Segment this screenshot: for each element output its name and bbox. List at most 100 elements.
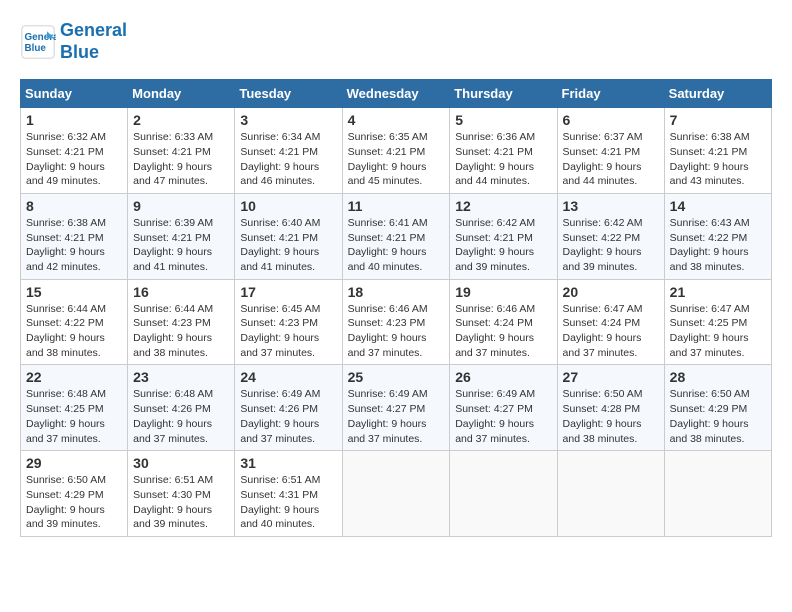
cell-info: Sunrise: 6:46 AM Sunset: 4:24 PM Dayligh… xyxy=(455,302,551,361)
cell-info: Sunrise: 6:36 AM Sunset: 4:21 PM Dayligh… xyxy=(455,130,551,189)
calendar-cell: 22 Sunrise: 6:48 AM Sunset: 4:25 PM Dayli… xyxy=(21,365,128,451)
day-number: 1 xyxy=(26,112,122,128)
cell-info: Sunrise: 6:49 AM Sunset: 4:26 PM Dayligh… xyxy=(240,387,336,446)
calendar-cell: 4 Sunrise: 6:35 AM Sunset: 4:21 PM Daylig… xyxy=(342,108,450,194)
calendar-cell: 20 Sunrise: 6:47 AM Sunset: 4:24 PM Dayli… xyxy=(557,279,664,365)
weekday-header-wednesday: Wednesday xyxy=(342,80,450,108)
cell-info: Sunrise: 6:44 AM Sunset: 4:23 PM Dayligh… xyxy=(133,302,229,361)
day-number: 27 xyxy=(563,369,659,385)
day-number: 30 xyxy=(133,455,229,471)
cell-info: Sunrise: 6:43 AM Sunset: 4:22 PM Dayligh… xyxy=(670,216,766,275)
day-number: 25 xyxy=(348,369,445,385)
calendar-cell: 10 Sunrise: 6:40 AM Sunset: 4:21 PM Dayli… xyxy=(235,193,342,279)
calendar-cell: 6 Sunrise: 6:37 AM Sunset: 4:21 PM Daylig… xyxy=(557,108,664,194)
cell-info: Sunrise: 6:51 AM Sunset: 4:30 PM Dayligh… xyxy=(133,473,229,532)
day-number: 9 xyxy=(133,198,229,214)
cell-info: Sunrise: 6:41 AM Sunset: 4:21 PM Dayligh… xyxy=(348,216,445,275)
cell-info: Sunrise: 6:50 AM Sunset: 4:28 PM Dayligh… xyxy=(563,387,659,446)
day-number: 12 xyxy=(455,198,551,214)
day-number: 17 xyxy=(240,284,336,300)
calendar-cell: 28 Sunrise: 6:50 AM Sunset: 4:29 PM Dayli… xyxy=(664,365,771,451)
calendar-cell: 25Sunrise: 6:49 AM Sunset: 4:27 PM Dayli… xyxy=(342,365,450,451)
cell-info: Sunrise: 6:51 AM Sunset: 4:31 PM Dayligh… xyxy=(240,473,336,532)
weekday-header-monday: Monday xyxy=(128,80,235,108)
cell-info: Sunrise: 6:33 AM Sunset: 4:21 PM Dayligh… xyxy=(133,130,229,189)
cell-info: Sunrise: 6:48 AM Sunset: 4:26 PM Dayligh… xyxy=(133,387,229,446)
day-number: 28 xyxy=(670,369,766,385)
cell-info: Sunrise: 6:47 AM Sunset: 4:25 PM Dayligh… xyxy=(670,302,766,361)
calendar-cell: 9 Sunrise: 6:39 AM Sunset: 4:21 PM Daylig… xyxy=(128,193,235,279)
calendar-cell: 3 Sunrise: 6:34 AM Sunset: 4:21 PM Daylig… xyxy=(235,108,342,194)
calendar-cell: 19 Sunrise: 6:46 AM Sunset: 4:24 PM Dayli… xyxy=(450,279,557,365)
calendar-cell: 1 Sunrise: 6:32 AM Sunset: 4:21 PM Daylig… xyxy=(21,108,128,194)
day-number: 15 xyxy=(26,284,122,300)
day-number: 19 xyxy=(455,284,551,300)
day-number: 24 xyxy=(240,369,336,385)
calendar-cell: 5 Sunrise: 6:36 AM Sunset: 4:21 PM Daylig… xyxy=(450,108,557,194)
cell-info: Sunrise: 6:34 AM Sunset: 4:21 PM Dayligh… xyxy=(240,130,336,189)
logo: General Blue General Blue xyxy=(20,20,127,63)
cell-info: Sunrise: 6:37 AM Sunset: 4:21 PM Dayligh… xyxy=(563,130,659,189)
day-number: 29 xyxy=(26,455,122,471)
cell-info: Sunrise: 6:39 AM Sunset: 4:21 PM Dayligh… xyxy=(133,216,229,275)
weekday-header-thursday: Thursday xyxy=(450,80,557,108)
calendar-cell: 11 Sunrise: 6:41 AM Sunset: 4:21 PM Dayli… xyxy=(342,193,450,279)
page-header: General Blue General Blue xyxy=(20,20,772,63)
calendar-cell: 31 Sunrise: 6:51 AM Sunset: 4:31 PM Dayli… xyxy=(235,451,342,537)
day-number: 14 xyxy=(670,198,766,214)
day-number: 16 xyxy=(133,284,229,300)
calendar-cell: 18 Sunrise: 6:46 AM Sunset: 4:23 PM Dayli… xyxy=(342,279,450,365)
logo-text: General Blue xyxy=(60,20,127,63)
cell-info: Sunrise: 6:32 AM Sunset: 4:21 PM Dayligh… xyxy=(26,130,122,189)
cell-info: Sunrise: 6:45 AM Sunset: 4:23 PM Dayligh… xyxy=(240,302,336,361)
cell-info: Sunrise: 6:49 AM Sunset: 4:27 PM Dayligh… xyxy=(455,387,551,446)
day-number: 18 xyxy=(348,284,445,300)
calendar-cell: 26Sunrise: 6:49 AM Sunset: 4:27 PM Dayli… xyxy=(450,365,557,451)
day-number: 31 xyxy=(240,455,336,471)
cell-info: Sunrise: 6:42 AM Sunset: 4:21 PM Dayligh… xyxy=(455,216,551,275)
day-number: 3 xyxy=(240,112,336,128)
cell-info: Sunrise: 6:50 AM Sunset: 4:29 PM Dayligh… xyxy=(26,473,122,532)
weekday-header-sunday: Sunday xyxy=(21,80,128,108)
day-number: 2 xyxy=(133,112,229,128)
cell-info: Sunrise: 6:42 AM Sunset: 4:22 PM Dayligh… xyxy=(563,216,659,275)
svg-text:Blue: Blue xyxy=(25,43,47,54)
calendar-cell xyxy=(342,451,450,537)
calendar-cell xyxy=(664,451,771,537)
day-number: 21 xyxy=(670,284,766,300)
cell-info: Sunrise: 6:48 AM Sunset: 4:25 PM Dayligh… xyxy=(26,387,122,446)
cell-info: Sunrise: 6:38 AM Sunset: 4:21 PM Dayligh… xyxy=(670,130,766,189)
day-number: 7 xyxy=(670,112,766,128)
calendar-cell: 16 Sunrise: 6:44 AM Sunset: 4:23 PM Dayli… xyxy=(128,279,235,365)
calendar-cell: 15 Sunrise: 6:44 AM Sunset: 4:22 PM Dayli… xyxy=(21,279,128,365)
day-number: 22 xyxy=(26,369,122,385)
calendar-cell: 23 Sunrise: 6:48 AM Sunset: 4:26 PM Dayli… xyxy=(128,365,235,451)
cell-info: Sunrise: 6:40 AM Sunset: 4:21 PM Dayligh… xyxy=(240,216,336,275)
calendar-cell: 21 Sunrise: 6:47 AM Sunset: 4:25 PM Dayli… xyxy=(664,279,771,365)
weekday-header-friday: Friday xyxy=(557,80,664,108)
cell-info: Sunrise: 6:35 AM Sunset: 4:21 PM Dayligh… xyxy=(348,130,445,189)
day-number: 4 xyxy=(348,112,445,128)
calendar-cell: 30 Sunrise: 6:51 AM Sunset: 4:30 PM Dayli… xyxy=(128,451,235,537)
calendar-cell: 29 Sunrise: 6:50 AM Sunset: 4:29 PM Dayli… xyxy=(21,451,128,537)
cell-info: Sunrise: 6:50 AM Sunset: 4:29 PM Dayligh… xyxy=(670,387,766,446)
calendar-cell: 17 Sunrise: 6:45 AM Sunset: 4:23 PM Dayli… xyxy=(235,279,342,365)
day-number: 8 xyxy=(26,198,122,214)
calendar-cell: 7 Sunrise: 6:38 AM Sunset: 4:21 PM Daylig… xyxy=(664,108,771,194)
weekday-header-tuesday: Tuesday xyxy=(235,80,342,108)
weekday-header-saturday: Saturday xyxy=(664,80,771,108)
day-number: 6 xyxy=(563,112,659,128)
cell-info: Sunrise: 6:46 AM Sunset: 4:23 PM Dayligh… xyxy=(348,302,445,361)
day-number: 20 xyxy=(563,284,659,300)
day-number: 5 xyxy=(455,112,551,128)
day-number: 11 xyxy=(348,198,445,214)
calendar-cell: 2 Sunrise: 6:33 AM Sunset: 4:21 PM Daylig… xyxy=(128,108,235,194)
day-number: 23 xyxy=(133,369,229,385)
cell-info: Sunrise: 6:38 AM Sunset: 4:21 PM Dayligh… xyxy=(26,216,122,275)
cell-info: Sunrise: 6:47 AM Sunset: 4:24 PM Dayligh… xyxy=(563,302,659,361)
day-number: 13 xyxy=(563,198,659,214)
cell-info: Sunrise: 6:44 AM Sunset: 4:22 PM Dayligh… xyxy=(26,302,122,361)
calendar-cell xyxy=(557,451,664,537)
day-number: 10 xyxy=(240,198,336,214)
calendar-cell: 13 Sunrise: 6:42 AM Sunset: 4:22 PM Dayli… xyxy=(557,193,664,279)
